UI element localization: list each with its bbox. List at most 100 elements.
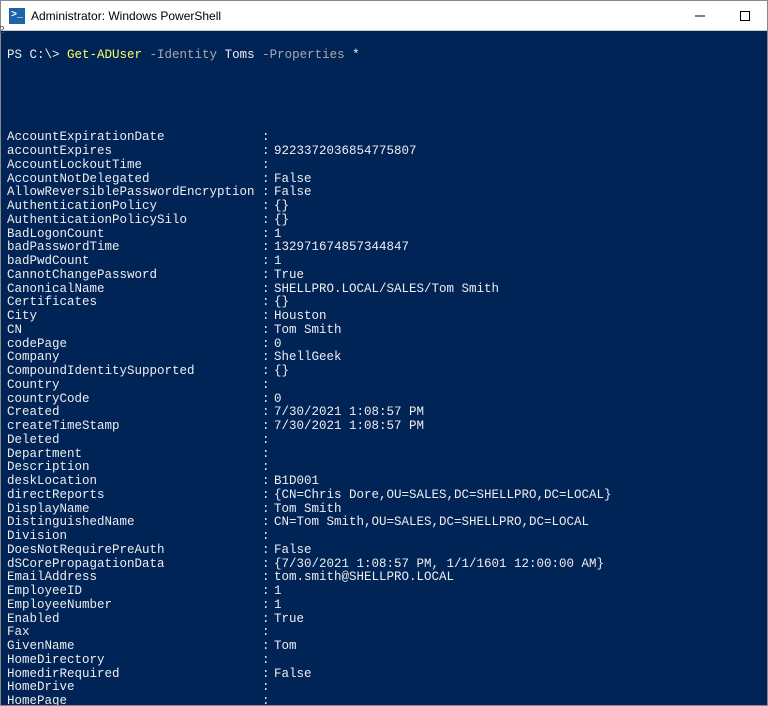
- property-colon: :: [262, 351, 274, 365]
- property-colon: :: [262, 558, 274, 572]
- property-value: 0: [274, 338, 761, 352]
- property-value: {}: [274, 365, 761, 379]
- property-name: BadLogonCount: [7, 228, 262, 242]
- property-name: Certificates: [7, 296, 262, 310]
- property-colon: :: [262, 406, 274, 420]
- property-value: Tom: [274, 640, 761, 654]
- property-row: badPasswordTime: 132971674857344847: [7, 241, 761, 255]
- property-name: DoesNotRequirePreAuth: [7, 544, 262, 558]
- property-name: CanonicalName: [7, 283, 262, 297]
- property-row: AccountNotDelegated: False: [7, 173, 761, 187]
- property-colon: :: [262, 200, 274, 214]
- property-value: 1: [274, 255, 761, 269]
- property-value: 1: [274, 228, 761, 242]
- property-value: {}: [274, 296, 761, 310]
- property-value: False: [274, 186, 761, 200]
- property-row: CanonicalName: SHELLPRO.LOCAL/SALES/Tom …: [7, 283, 761, 297]
- property-row: AccountLockoutTime:: [7, 159, 761, 173]
- property-value: 0: [274, 393, 761, 407]
- property-colon: :: [262, 613, 274, 627]
- property-name: DisplayName: [7, 503, 262, 517]
- property-colon: :: [262, 310, 274, 324]
- property-colon: :: [262, 681, 274, 695]
- property-colon: :: [262, 379, 274, 393]
- property-name: Description: [7, 461, 262, 475]
- property-row: HomePage:: [7, 695, 761, 705]
- property-row: badPwdCount: 1: [7, 255, 761, 269]
- property-value: {}: [274, 214, 761, 228]
- minimize-button[interactable]: [677, 1, 722, 30]
- property-row: GivenName: Tom: [7, 640, 761, 654]
- property-name: HomeDirectory: [7, 654, 262, 668]
- property-value: [274, 695, 761, 705]
- property-colon: :: [262, 599, 274, 613]
- maximize-button[interactable]: [722, 1, 767, 30]
- property-name: Company: [7, 351, 262, 365]
- properties-list: AccountExpirationDate: accountExpires: 9…: [7, 131, 761, 705]
- property-value: [274, 461, 761, 475]
- property-row: deskLocation: B1D001: [7, 475, 761, 489]
- property-row: BadLogonCount: 1: [7, 228, 761, 242]
- blank-line: [7, 104, 761, 118]
- property-row: HomedirRequired: False: [7, 668, 761, 682]
- param-properties-value: *: [345, 49, 360, 63]
- property-name: Created: [7, 406, 262, 420]
- property-name: City: [7, 310, 262, 324]
- property-value: SHELLPRO.LOCAL/SALES/Tom Smith: [274, 283, 761, 297]
- property-colon: :: [262, 420, 274, 434]
- property-name: deskLocation: [7, 475, 262, 489]
- property-name: GivenName: [7, 640, 262, 654]
- window-controls: [677, 1, 767, 30]
- property-row: AllowReversiblePasswordEncryption: False: [7, 186, 761, 200]
- property-name: HomedirRequired: [7, 668, 262, 682]
- property-name: accountExpires: [7, 145, 262, 159]
- property-value: 7/30/2021 1:08:57 PM: [274, 406, 761, 420]
- param-properties: -Properties: [262, 49, 345, 63]
- property-colon: :: [262, 241, 274, 255]
- powershell-window: 2 >_ Administrator: Windows PowerShell P…: [0, 0, 768, 706]
- property-row: Department:: [7, 448, 761, 462]
- property-row: AuthenticationPolicySilo: {}: [7, 214, 761, 228]
- property-row: Description:: [7, 461, 761, 475]
- terminal-output[interactable]: PS C:\> Get-ADUser -Identity Toms -Prope…: [1, 31, 767, 705]
- property-colon: :: [262, 338, 274, 352]
- property-row: DistinguishedName: CN=Tom Smith,OU=SALES…: [7, 516, 761, 530]
- property-name: AccountExpirationDate: [7, 131, 262, 145]
- property-value: ShellGeek: [274, 351, 761, 365]
- property-name: badPwdCount: [7, 255, 262, 269]
- property-row: Deleted:: [7, 434, 761, 448]
- property-name: badPasswordTime: [7, 241, 262, 255]
- property-value: tom.smith@SHELLPRO.LOCAL: [274, 571, 761, 585]
- property-name: EmailAddress: [7, 571, 262, 585]
- property-colon: :: [262, 145, 274, 159]
- property-value: [274, 654, 761, 668]
- property-colon: :: [262, 159, 274, 173]
- window-title: Administrator: Windows PowerShell: [31, 9, 677, 23]
- property-name: directReports: [7, 489, 262, 503]
- property-colon: :: [262, 489, 274, 503]
- property-row: accountExpires: 9223372036854775807: [7, 145, 761, 159]
- property-name: Enabled: [7, 613, 262, 627]
- property-colon: :: [262, 448, 274, 462]
- property-row: HomeDirectory:: [7, 654, 761, 668]
- property-row: DisplayName: Tom Smith: [7, 503, 761, 517]
- property-value: Tom Smith: [274, 324, 761, 338]
- property-name: DistinguishedName: [7, 516, 262, 530]
- param-identity-value: Toms: [217, 49, 262, 63]
- property-colon: :: [262, 131, 274, 145]
- powershell-icon: >_: [9, 8, 25, 24]
- property-name: AccountLockoutTime: [7, 159, 262, 173]
- property-row: EmployeeID: 1: [7, 585, 761, 599]
- property-value: 1: [274, 585, 761, 599]
- property-row: Company: ShellGeek: [7, 351, 761, 365]
- property-row: AuthenticationPolicy: {}: [7, 200, 761, 214]
- titlebar[interactable]: >_ Administrator: Windows PowerShell: [1, 1, 767, 31]
- property-value: {CN=Chris Dore,OU=SALES,DC=SHELLPRO,DC=L…: [274, 489, 761, 503]
- property-value: [274, 131, 761, 145]
- property-name: CannotChangePassword: [7, 269, 262, 283]
- property-colon: :: [262, 228, 274, 242]
- property-value: [274, 626, 761, 640]
- property-row: EmailAddress: tom.smith@SHELLPRO.LOCAL: [7, 571, 761, 585]
- property-value: 9223372036854775807: [274, 145, 761, 159]
- property-row: Division:: [7, 530, 761, 544]
